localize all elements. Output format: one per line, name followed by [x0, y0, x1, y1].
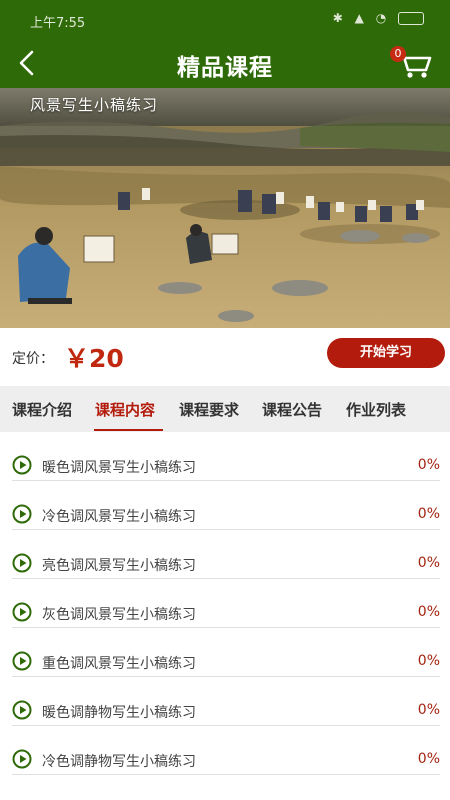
play-icon: [12, 651, 32, 671]
active-tab-indicator: [94, 429, 163, 431]
tab-announcements[interactable]: 课程公告: [262, 399, 322, 420]
lesson-item[interactable]: 冷色调静物写生小稿练习 0%: [12, 726, 440, 775]
lesson-item[interactable]: 灰色调风景写生小稿练习 0%: [12, 579, 440, 628]
play-icon: [12, 749, 32, 769]
cart-button[interactable]: 0: [390, 46, 434, 80]
lesson-item[interactable]: 暖色调风景写生小稿练习 0%: [12, 432, 440, 481]
play-icon: [12, 504, 32, 524]
status-time: 上午7:55: [30, 16, 86, 31]
page-title: 精品课程: [177, 55, 273, 81]
lesson-item[interactable]: 亮色调风景写生小稿练习 0%: [12, 530, 440, 579]
course-name-caption: 风景写生小稿练习: [30, 96, 159, 114]
play-icon: [12, 553, 32, 573]
tab-intro[interactable]: 课程介绍: [12, 399, 72, 420]
tab-homework[interactable]: 作业列表: [346, 399, 406, 420]
play-icon: [12, 455, 32, 475]
lesson-progress: 0%: [417, 702, 440, 718]
course-cover-image: [0, 88, 450, 328]
cart-badge: 0: [390, 46, 406, 62]
tab-requirements[interactable]: 课程要求: [179, 399, 239, 420]
lesson-item[interactable]: 重色调风景写生小稿练习 0%: [12, 628, 440, 677]
lesson-progress: 0%: [417, 751, 440, 767]
price-label: 定价：: [12, 351, 54, 367]
landscape-photo: [0, 88, 450, 328]
lesson-progress: 0%: [417, 506, 440, 522]
lesson-list: 暖色调风景写生小稿练习 0% 冷色调风景写生小稿练习 0% 亮色调风景写生小稿练…: [0, 432, 450, 775]
lesson-title: 亮色调风景写生小稿练习: [42, 558, 196, 574]
lesson-progress: 0%: [417, 457, 440, 473]
play-icon: [12, 700, 32, 720]
lesson-progress: 0%: [417, 653, 440, 669]
price-bar: 定价： ￥20 开始学习: [0, 328, 450, 386]
price-value: ￥20: [64, 344, 124, 373]
lesson-title: 灰色调风景写生小稿练习: [42, 607, 196, 623]
lesson-title: 暖色调风景写生小稿练习: [42, 460, 196, 476]
lesson-item[interactable]: 暖色调静物写生小稿练习 0%: [12, 677, 440, 726]
lesson-title: 冷色调静物写生小稿练习: [42, 754, 196, 770]
lesson-progress: 0%: [417, 555, 440, 571]
lesson-item[interactable]: 冷色调风景写生小稿练习 0%: [12, 481, 440, 530]
tab-content[interactable]: 课程内容: [95, 399, 155, 420]
app-header: 上午7:55 ✱ ▲ ◔ 精品课程 0: [0, 0, 450, 88]
lesson-progress: 0%: [417, 604, 440, 620]
start-learning-button[interactable]: 开始学习: [327, 338, 445, 368]
course-tabs: 课程介绍 课程内容 课程要求 课程公告 作业列表: [0, 386, 450, 432]
battery-icon: [398, 12, 424, 25]
play-icon: [12, 602, 32, 622]
lesson-title: 重色调风景写生小稿练习: [42, 656, 196, 672]
status-bar: 上午7:55 ✱ ▲ ◔: [0, 0, 450, 40]
lesson-title: 暖色调静物写生小稿练习: [42, 705, 196, 721]
lesson-title: 冷色调风景写生小稿练习: [42, 509, 196, 525]
status-icons: ✱ ▲ ◔: [333, 11, 424, 25]
